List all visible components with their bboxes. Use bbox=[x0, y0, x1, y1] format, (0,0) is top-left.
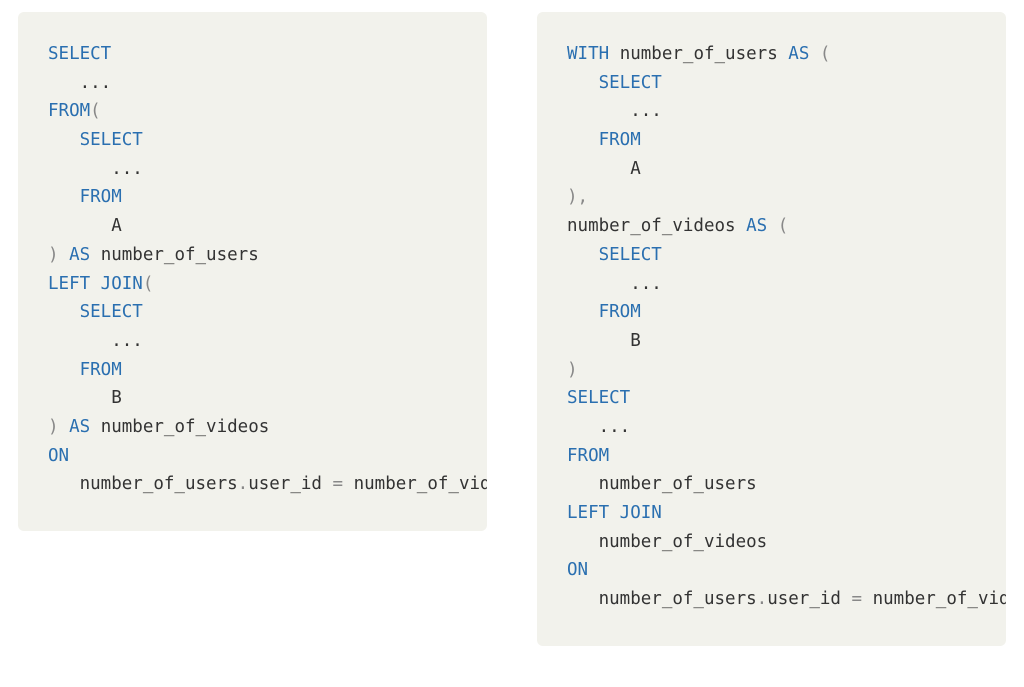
code-token: FROM bbox=[567, 446, 609, 466]
code-token: FROM bbox=[48, 187, 122, 207]
code-token: ... bbox=[48, 73, 111, 93]
code-block-left: SELECT ... FROM( SELECT ... FROM A ) AS … bbox=[18, 12, 487, 531]
code-token bbox=[767, 216, 778, 236]
code-token: FROM bbox=[48, 360, 122, 380]
code-token: . bbox=[238, 474, 249, 494]
code-token: AS bbox=[69, 245, 90, 265]
code-token: user_id bbox=[767, 589, 851, 609]
code-token: ... bbox=[567, 274, 662, 294]
code-token: FROM bbox=[48, 101, 90, 121]
code-token: ON bbox=[48, 446, 69, 466]
code-token: ( bbox=[143, 274, 154, 294]
code-token: AS bbox=[746, 216, 767, 236]
code-token: ( bbox=[90, 101, 101, 121]
code-token: number_of_videos bbox=[567, 532, 767, 552]
code-token: ON bbox=[567, 560, 588, 580]
code-token bbox=[809, 44, 820, 64]
code-token: AS bbox=[788, 44, 809, 64]
code-token: user_id bbox=[248, 474, 332, 494]
code-token: number_of_users bbox=[609, 44, 788, 64]
code-token: SELECT bbox=[48, 44, 111, 64]
code-token: B bbox=[48, 388, 122, 408]
code-token: . bbox=[757, 589, 768, 609]
code-token: number_of_videos bbox=[567, 216, 746, 236]
code-token: AS bbox=[69, 417, 90, 437]
code-token: A bbox=[567, 159, 641, 179]
code-token: number_of_users bbox=[567, 589, 757, 609]
code-token: number_of_videos bbox=[862, 589, 1006, 609]
code-token: FROM bbox=[567, 302, 641, 322]
code-token: ) bbox=[48, 245, 69, 265]
code-token: ) bbox=[48, 417, 69, 437]
code-token: SELECT bbox=[567, 245, 662, 265]
code-token: FROM bbox=[567, 130, 641, 150]
code-token: LEFT JOIN bbox=[567, 503, 662, 523]
code-token: number_of_users bbox=[90, 245, 259, 265]
code-token: LEFT JOIN bbox=[48, 274, 143, 294]
code-token: = bbox=[852, 589, 863, 609]
code-token: WITH bbox=[567, 44, 609, 64]
code-token: number_of_users bbox=[48, 474, 238, 494]
code-token: SELECT bbox=[48, 130, 143, 150]
code-block-right: WITH number_of_users AS ( SELECT ... FRO… bbox=[537, 12, 1006, 646]
code-token: SELECT bbox=[48, 302, 143, 322]
code-token: ... bbox=[48, 331, 143, 351]
code-token: SELECT bbox=[567, 388, 630, 408]
code-token: ... bbox=[48, 159, 143, 179]
code-token: ), bbox=[567, 187, 588, 207]
code-token: ( bbox=[778, 216, 789, 236]
code-token: B bbox=[567, 331, 641, 351]
code-token: ) bbox=[567, 360, 578, 380]
code-token: A bbox=[48, 216, 122, 236]
code-token: number_of_videos bbox=[90, 417, 269, 437]
code-token: = bbox=[333, 474, 344, 494]
code-token: ... bbox=[567, 417, 630, 437]
code-token: ( bbox=[820, 44, 831, 64]
code-token: SELECT bbox=[567, 73, 662, 93]
code-token: ... bbox=[567, 101, 662, 121]
code-token: number_of_videos bbox=[343, 474, 487, 494]
code-token: number_of_users bbox=[567, 474, 757, 494]
